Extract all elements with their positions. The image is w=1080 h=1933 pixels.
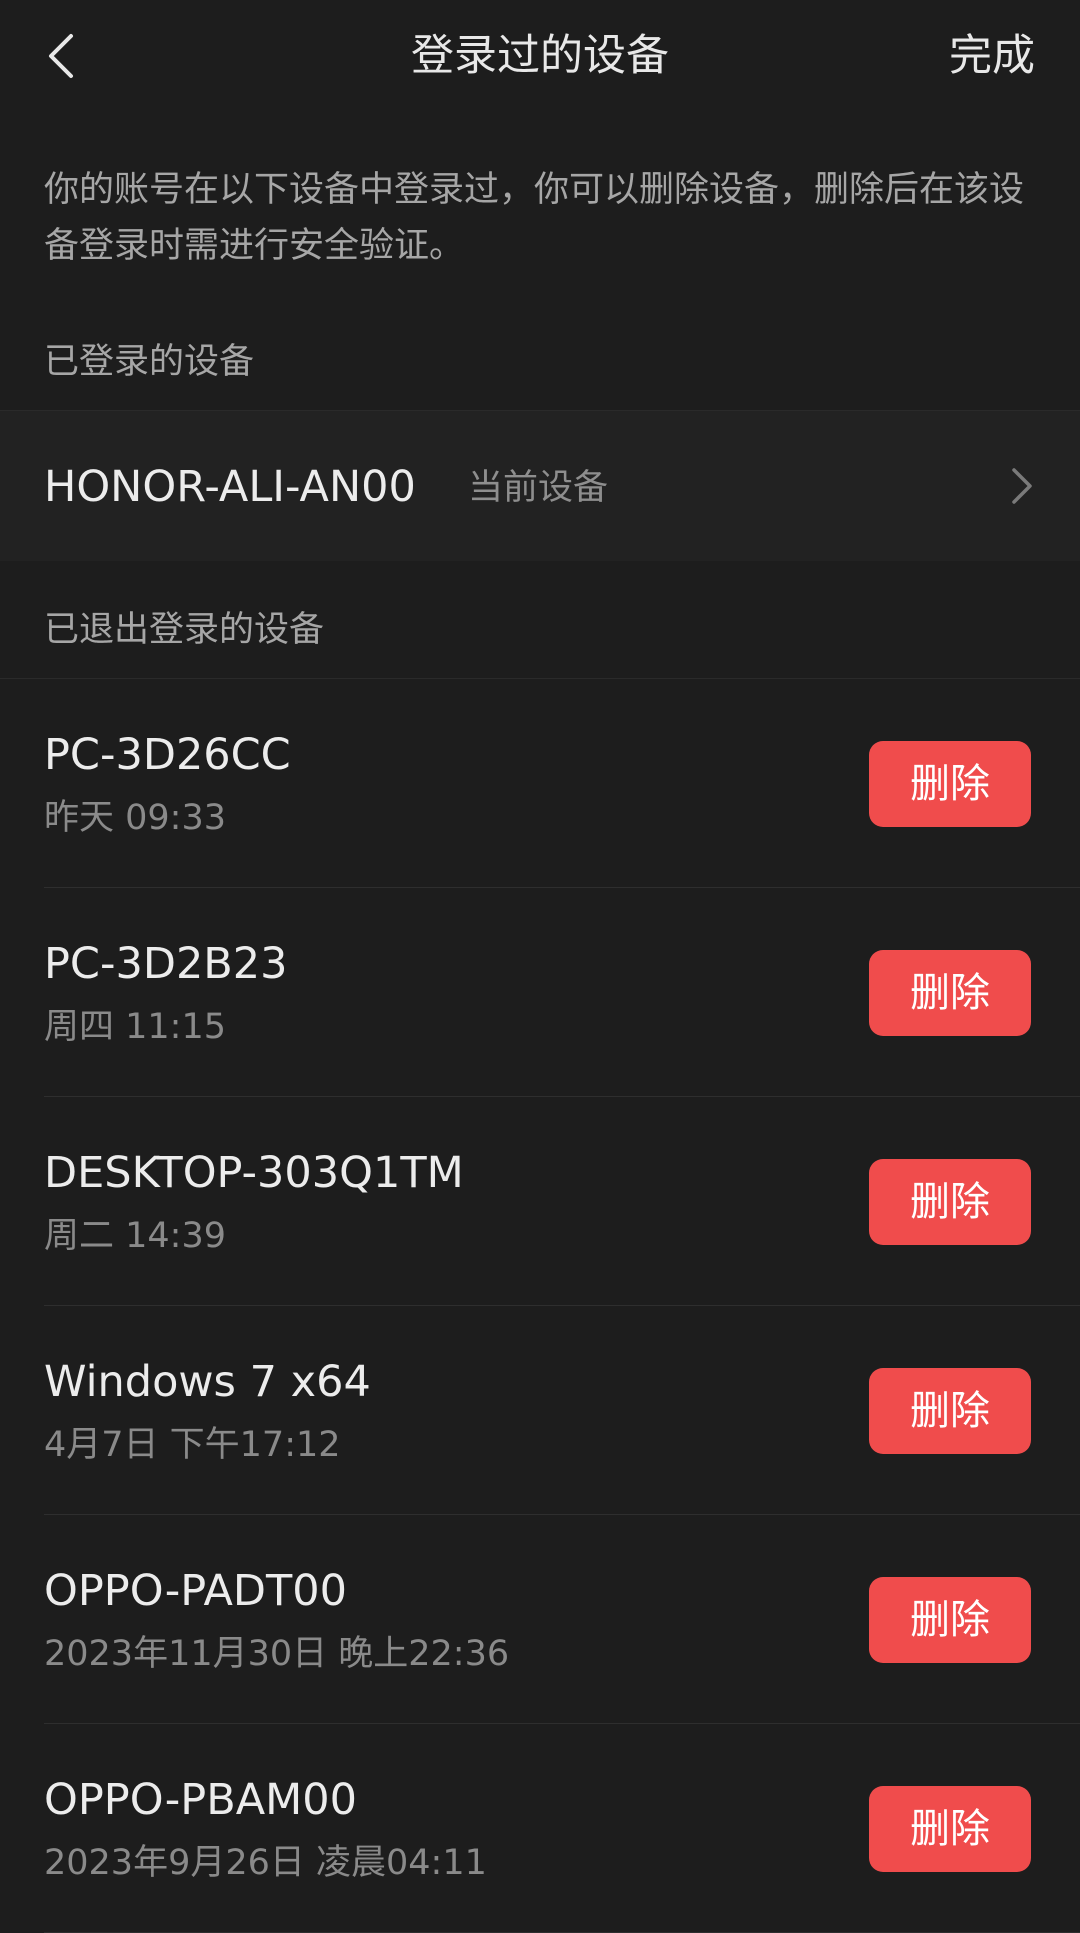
- section-label-logged-in: 已登录的设备: [44, 342, 255, 382]
- device-row: PC-3D26CC 昨天 09:33 删除: [0, 679, 1080, 888]
- device-last-login-time: 4月7日 下午17:12: [44, 1425, 341, 1465]
- device-last-login-time: 昨天 09:33: [44, 798, 226, 838]
- device-name: DESKTOP-303Q1TM: [44, 1148, 464, 1198]
- device-row: Windows 7 x64 4月7日 下午17:12 删除: [0, 1306, 1080, 1515]
- page-title: 登录过的设备: [411, 31, 669, 81]
- delete-button[interactable]: 删除: [869, 1368, 1031, 1454]
- delete-button[interactable]: 删除: [869, 1159, 1031, 1245]
- device-name: OPPO-PBAM00: [44, 1775, 357, 1825]
- current-device-badge: 当前设备: [468, 468, 609, 508]
- device-last-login-time: 2023年9月26日 凌晨04:11: [44, 1843, 487, 1883]
- device-row: PC-3D2B23 周四 11:15 删除: [0, 888, 1080, 1097]
- description-text: 你的账号在以下设备中登录过，你可以删除设备，删除后在该设备登录时需进行安全验证。: [44, 170, 1025, 266]
- device-last-login-time: 2023年11月30日 晚上22:36: [44, 1634, 510, 1674]
- device-row: DESKTOP-303Q1TM 周二 14:39 删除: [0, 1097, 1080, 1306]
- logged-out-device-list: PC-3D26CC 昨天 09:33 删除 PC-3D2B23 周四 11:15…: [0, 678, 1080, 1933]
- device-last-login-time: 周四 11:15: [44, 1007, 226, 1047]
- device-row: OPPO-PBAM00 2023年9月26日 凌晨04:11 删除: [0, 1724, 1080, 1933]
- delete-button[interactable]: 删除: [869, 950, 1031, 1036]
- device-last-login-time: 周二 14:39: [44, 1216, 226, 1256]
- device-name: PC-3D26CC: [44, 730, 291, 780]
- device-row: OPPO-PADT00 2023年11月30日 晚上22:36 删除: [0, 1515, 1080, 1724]
- device-name: PC-3D2B23: [44, 939, 288, 989]
- delete-button[interactable]: 删除: [869, 1786, 1031, 1872]
- chevron-right-icon: [1012, 468, 1032, 504]
- delete-button[interactable]: 删除: [869, 741, 1031, 827]
- done-button[interactable]: 完成: [949, 26, 1035, 86]
- device-name: Windows 7 x64: [44, 1357, 371, 1407]
- delete-button[interactable]: 删除: [869, 1577, 1031, 1663]
- current-device-name: HONOR-ALI-AN00: [44, 462, 416, 512]
- section-label-logged-out: 已退出登录的设备: [44, 610, 325, 650]
- device-name: OPPO-PADT00: [44, 1566, 347, 1616]
- header-bar: 登录过的设备 完成: [0, 0, 1080, 118]
- current-device-row[interactable]: HONOR-ALI-AN00 当前设备: [0, 410, 1080, 561]
